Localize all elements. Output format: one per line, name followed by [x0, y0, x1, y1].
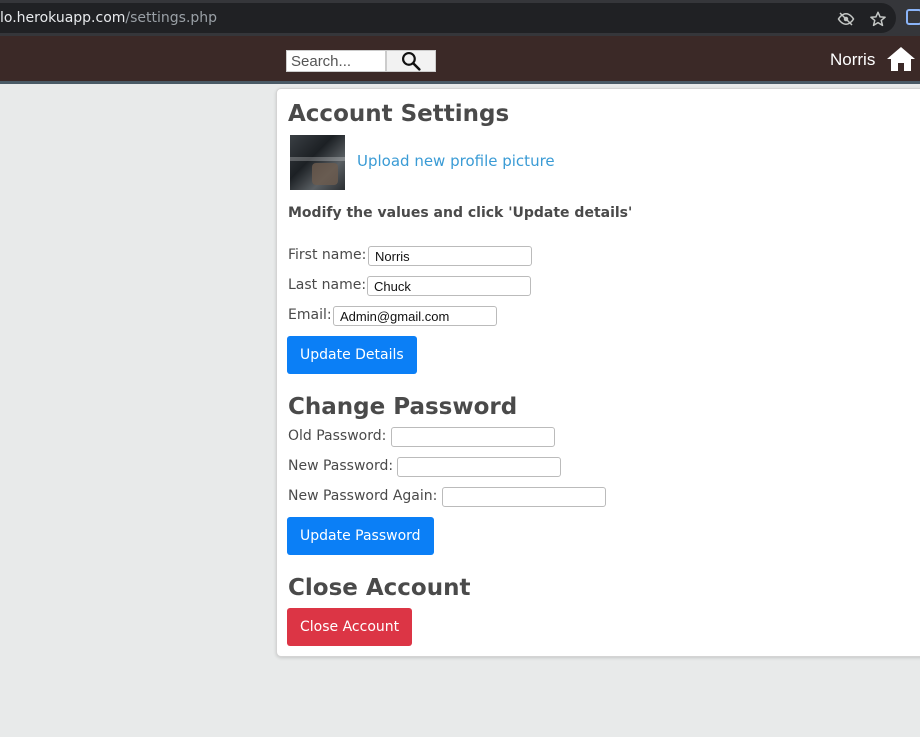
upload-profile-picture-link[interactable]: Upload new profile picture — [357, 152, 555, 170]
nav-username-link[interactable]: Norris — [830, 50, 875, 70]
home-icon[interactable] — [886, 46, 916, 72]
last-name-input[interactable] — [367, 276, 531, 296]
url-host: lo.herokuapp.com — [0, 10, 126, 26]
first-name-input[interactable] — [368, 246, 532, 266]
site-navbar: Norris — [0, 36, 920, 84]
url-text[interactable]: lo.herokuapp.com/settings.php — [0, 10, 217, 26]
update-password-button[interactable]: Update Password — [287, 517, 434, 555]
search-icon — [402, 52, 421, 71]
url-path: /settings.php — [125, 10, 218, 26]
settings-panel: Account Settings Upload new profile pict… — [276, 88, 920, 657]
instructions-text: Modify the values and click 'Update deta… — [288, 205, 633, 221]
account-settings-heading: Account Settings — [288, 101, 510, 127]
eye-off-icon[interactable] — [836, 10, 856, 30]
old-password-input[interactable] — [391, 427, 555, 447]
new-password-again-label: New Password Again: — [288, 488, 438, 504]
star-icon[interactable] — [868, 10, 888, 30]
last-name-label: Last name: — [288, 277, 367, 293]
first-name-label: First name: — [288, 247, 367, 263]
email-input[interactable] — [333, 306, 497, 326]
new-password-label: New Password: — [288, 458, 394, 474]
browser-toolbar: lo.herokuapp.com/settings.php — [0, 0, 920, 36]
email-label: Email: — [288, 307, 332, 323]
new-password-again-input[interactable] — [442, 487, 606, 507]
old-password-label: Old Password: — [288, 428, 387, 444]
close-account-heading: Close Account — [288, 575, 471, 601]
search-input[interactable] — [286, 50, 386, 72]
change-password-heading: Change Password — [288, 394, 518, 420]
close-account-button[interactable]: Close Account — [287, 608, 413, 646]
extension-icon[interactable] — [906, 9, 920, 25]
update-details-button[interactable]: Update Details — [287, 336, 417, 374]
address-bar[interactable]: lo.herokuapp.com/settings.php — [0, 3, 896, 33]
profile-picture — [290, 135, 345, 190]
search-button[interactable] — [386, 50, 436, 72]
new-password-input[interactable] — [397, 457, 561, 477]
